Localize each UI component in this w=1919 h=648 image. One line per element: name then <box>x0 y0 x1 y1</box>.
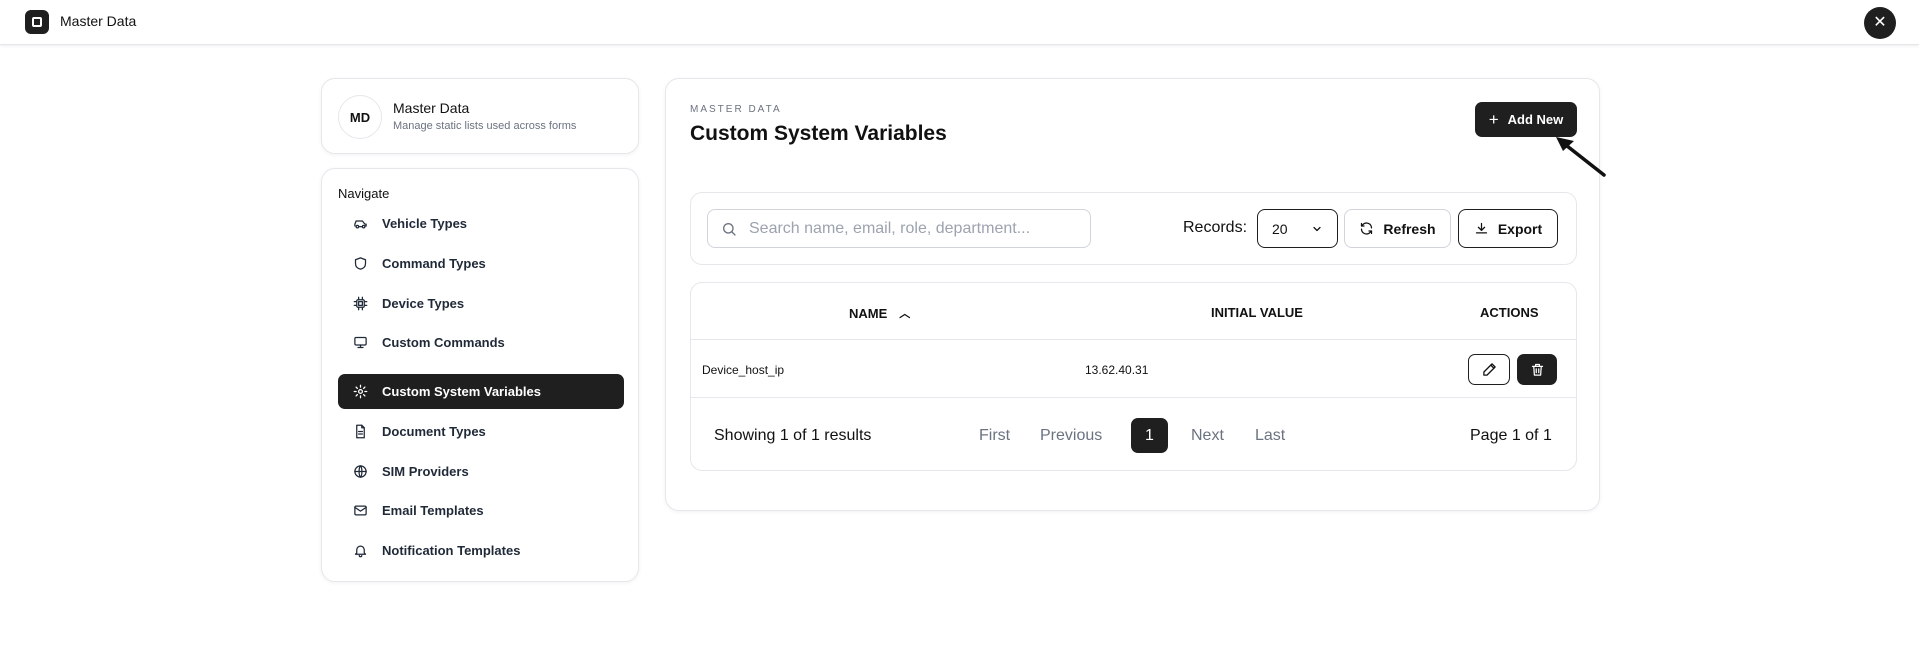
first-page-button[interactable]: First <box>979 427 1010 445</box>
last-page-button[interactable]: Last <box>1255 427 1285 445</box>
table-toolbar: Records: 20 Refresh Export <box>690 192 1577 265</box>
top-bar: Master Data ✕ <box>0 0 1919 45</box>
sidebar-item-custom-commands[interactable]: Custom Commands <box>338 325 624 360</box>
cell-initial-value: 13.62.40.31 <box>1085 363 1149 377</box>
delete-button[interactable] <box>1517 354 1557 385</box>
export-label: Export <box>1497 220 1543 237</box>
search-icon <box>723 222 736 236</box>
nav-heading: Navigate <box>338 186 390 201</box>
search-box[interactable] <box>707 209 1091 248</box>
sidebar-item-label: Custom System Variables <box>382 384 541 399</box>
sort-ascending-icon[interactable]: ︿ <box>899 305 910 321</box>
export-button[interactable]: Export <box>1458 209 1558 248</box>
cell-name: Device_host_ip <box>702 363 785 377</box>
column-header-label: NAME <box>849 306 888 321</box>
plus-icon: + <box>1488 110 1499 129</box>
sidebar-item-label: Custom Commands <box>382 335 505 350</box>
sidebar-item-label: SIM Providers <box>382 464 469 479</box>
table-row: Device_host_ip 13.62.40.31 <box>691 340 1576 398</box>
edit-button[interactable] <box>1468 354 1510 385</box>
sidebar-item-vehicle-types[interactable]: Vehicle Types <box>338 206 624 241</box>
sidebar-item-device-types[interactable]: Device Types <box>338 286 624 321</box>
variables-table: NAME ︿ INITIAL VALUE ACTIONS Device_host_… <box>690 282 1577 471</box>
page-title: Custom System Variables <box>690 122 947 145</box>
shield-icon <box>352 256 368 272</box>
main-panel: MASTER DATA Custom System Variables + Ad… <box>665 78 1600 511</box>
sidebar-item-email-templates[interactable]: Email Templates <box>338 493 624 528</box>
globe-icon <box>352 464 368 480</box>
sidebar-item-custom-system-variables[interactable]: Custom System Variables <box>338 374 624 409</box>
refresh-icon <box>1361 222 1373 235</box>
avatar: MD <box>338 95 382 139</box>
chip-icon <box>352 296 368 312</box>
page-indicator: Page 1 of 1 <box>1470 427 1552 444</box>
car-icon <box>352 216 368 232</box>
results-count: Showing 1 of 1 results <box>714 427 872 444</box>
sidebar-item-label: Device Types <box>382 296 465 311</box>
chevron-down-icon <box>1313 226 1321 231</box>
profile-subtitle: Manage static lists used across forms <box>393 120 577 132</box>
current-page-button[interactable]: 1 <box>1131 418 1168 453</box>
sidebar-item-label: Vehicle Types <box>382 216 468 231</box>
sidebar-item-label: Notification Templates <box>382 543 521 558</box>
gear-icon <box>352 384 368 400</box>
sidebar-item-notification-templates[interactable]: Notification Templates <box>338 533 624 568</box>
table-header: NAME ︿ INITIAL VALUE ACTIONS <box>691 283 1576 340</box>
refresh-label: Refresh <box>1383 220 1436 237</box>
search-input[interactable] <box>749 219 1079 238</box>
sidebar-item-document-types[interactable]: Document Types <box>338 414 624 449</box>
column-header-actions: ACTIONS <box>1480 305 1539 320</box>
previous-page-button[interactable]: Previous <box>1040 427 1102 445</box>
records-per-page-select[interactable]: 20 <box>1257 209 1338 248</box>
sidebar-item-label: Document Types <box>382 424 486 439</box>
refresh-button[interactable]: Refresh <box>1344 209 1451 248</box>
column-header-initial-value: INITIAL VALUE <box>1211 305 1303 320</box>
sidebar-item-command-types[interactable]: Command Types <box>338 246 624 281</box>
profile-card: MD Master Data Manage static lists used … <box>321 78 639 154</box>
download-icon <box>1475 222 1487 234</box>
bell-icon <box>352 543 368 559</box>
sidebar-item-sim-providers[interactable]: SIM Providers <box>338 454 624 489</box>
eyebrow-label: MASTER DATA <box>690 104 782 115</box>
records-label: Records: <box>1183 219 1248 236</box>
mail-icon <box>352 503 368 519</box>
sidebar-item-label: Email Templates <box>382 503 484 518</box>
next-page-button[interactable]: Next <box>1191 427 1224 445</box>
app-logo-icon <box>25 10 49 34</box>
pagination-bar: Showing 1 of 1 results First Previous 1 … <box>691 398 1576 470</box>
add-new-label: Add New <box>1507 112 1564 127</box>
navigation-card: Navigate Vehicle Types Command Types Dev… <box>321 168 639 582</box>
profile-title: Master Data <box>393 100 470 116</box>
document-icon <box>352 424 368 440</box>
pointer-arrow-icon <box>1556 137 1606 177</box>
records-value: 20 <box>1272 220 1288 237</box>
sidebar-item-label: Command Types <box>382 256 486 271</box>
trash-icon <box>1531 363 1543 376</box>
pencil-icon <box>1482 363 1496 376</box>
app-title: Master Data <box>60 13 137 29</box>
column-header-name[interactable]: NAME ︿ <box>849 305 910 321</box>
close-button[interactable]: ✕ <box>1864 7 1896 39</box>
monitor-icon <box>352 335 368 351</box>
